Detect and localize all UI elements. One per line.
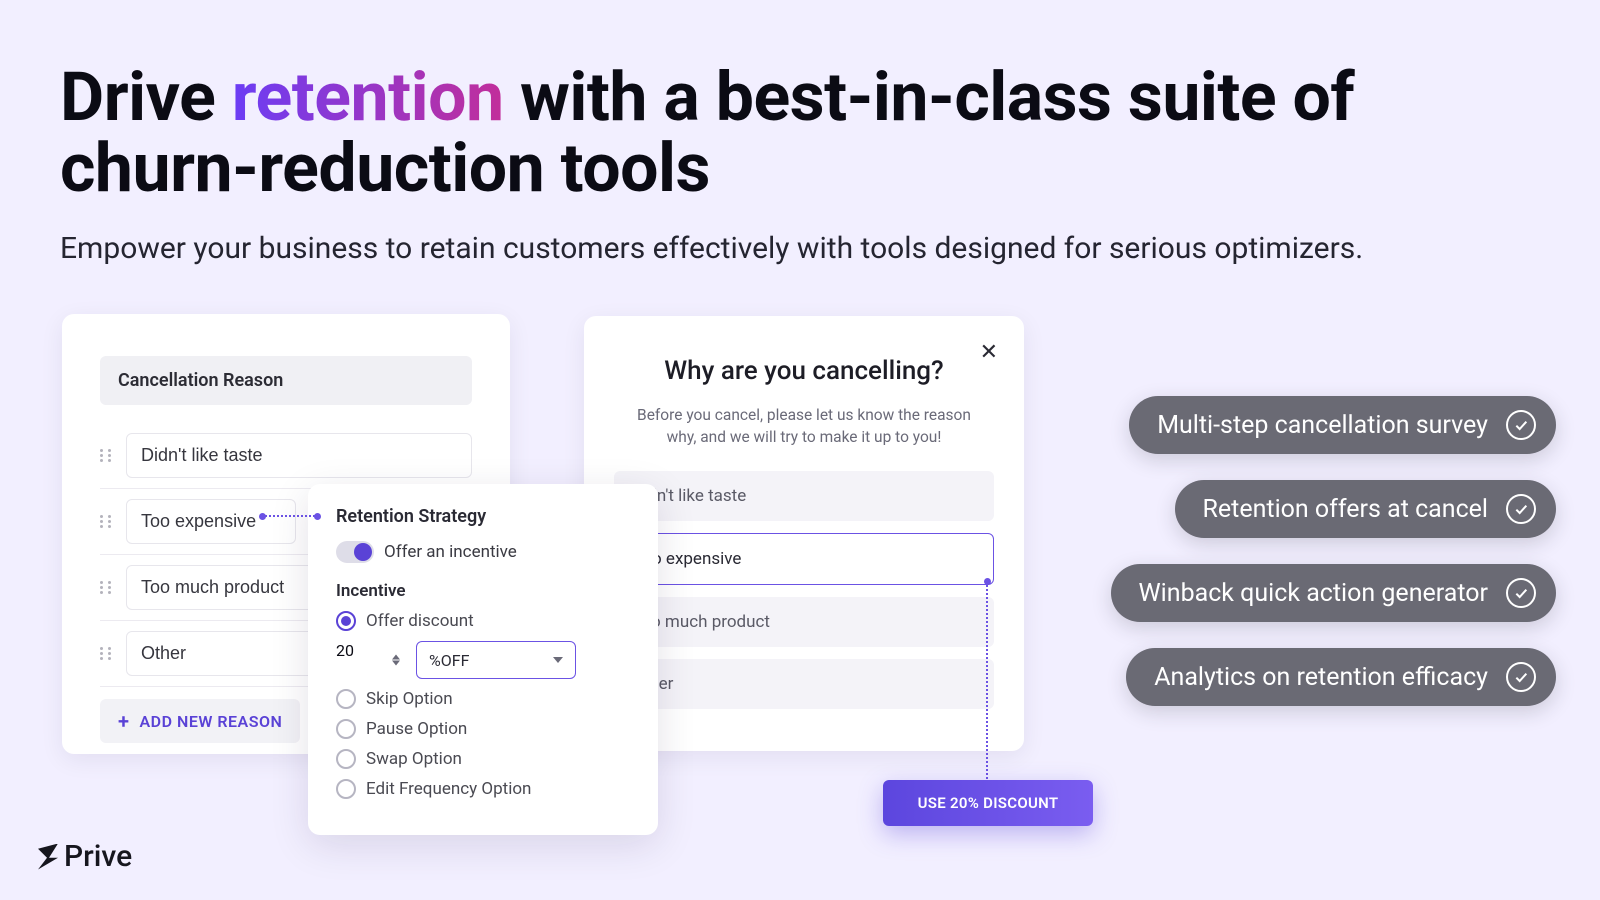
radio-label: Swap Option — [366, 749, 462, 769]
discount-value-input[interactable]: 20 — [336, 641, 406, 679]
discount-unit-select[interactable]: %OFF — [416, 641, 576, 679]
reason-row — [100, 423, 472, 489]
close-icon[interactable]: ✕ — [980, 340, 998, 365]
feature-pill: Winback quick action generator — [1111, 564, 1557, 622]
brand-logo: Prive — [38, 839, 132, 874]
toggle-label: Offer an incentive — [384, 542, 517, 562]
pill-label: Retention offers at cancel — [1203, 495, 1489, 524]
hero-section: Drive retention with a best-in-class sui… — [60, 62, 1540, 269]
radio-pause-option[interactable]: Pause Option — [336, 719, 630, 739]
cancel-option[interactable]: Other — [614, 659, 994, 709]
check-circle-icon — [1506, 410, 1536, 440]
retention-strategy-card: Retention Strategy Offer an incentive In… — [308, 484, 658, 835]
drag-handle-icon[interactable] — [100, 647, 114, 661]
radio-label: Pause Option — [366, 719, 467, 739]
check-circle-icon — [1506, 578, 1536, 608]
add-reason-button[interactable]: + ADD NEW REASON — [100, 699, 300, 743]
pill-label: Analytics on retention efficacy — [1154, 663, 1488, 692]
check-circle-icon — [1506, 662, 1536, 692]
incentive-label: Incentive — [336, 581, 630, 601]
title-pre: Drive — [60, 57, 232, 137]
reason-input[interactable] — [126, 499, 296, 544]
cancel-title: Why are you cancelling? — [614, 356, 994, 386]
brand-mark-icon — [38, 844, 58, 870]
cancel-option[interactable]: Too much product — [614, 597, 994, 647]
cancel-option[interactable]: Too expensive — [614, 533, 994, 585]
radio-swap-option[interactable]: Swap Option — [336, 749, 630, 769]
discount-controls: 20 %OFF — [336, 641, 630, 679]
feature-pill-list: Multi-step cancellation survey Retention… — [1076, 396, 1556, 706]
connector-line — [986, 582, 988, 798]
radio-label: Offer discount — [366, 611, 474, 631]
add-reason-label: ADD NEW REASON — [140, 712, 283, 731]
connector-line — [262, 515, 318, 517]
plus-icon: + — [118, 711, 130, 731]
title-highlight: retention — [232, 57, 504, 137]
check-circle-icon — [1506, 494, 1536, 524]
brand-name: Prive — [64, 839, 132, 874]
toggle-row: Offer an incentive — [336, 541, 630, 563]
feature-pill: Analytics on retention efficacy — [1126, 648, 1556, 706]
pill-label: Multi-step cancellation survey — [1157, 411, 1488, 440]
radio-skip-option[interactable]: Skip Option — [336, 689, 630, 709]
reasons-header: Cancellation Reason — [100, 356, 472, 405]
feature-pill: Retention offers at cancel — [1175, 480, 1557, 538]
radio-label: Skip Option — [366, 689, 453, 709]
drag-handle-icon[interactable] — [100, 581, 114, 595]
drag-handle-icon[interactable] — [100, 449, 114, 463]
chevron-down-icon — [553, 657, 563, 663]
reason-input[interactable] — [126, 631, 326, 676]
use-discount-button[interactable]: USE 20% DISCOUNT — [883, 780, 1093, 826]
reason-input[interactable] — [126, 433, 472, 478]
stepper-icon[interactable] — [392, 655, 400, 666]
radio-offer-discount[interactable]: Offer discount — [336, 611, 630, 631]
radio-edit-frequency-option[interactable]: Edit Frequency Option — [336, 779, 630, 799]
reason-input[interactable] — [126, 565, 326, 610]
feature-pill: Multi-step cancellation survey — [1129, 396, 1556, 454]
drag-handle-icon[interactable] — [100, 515, 114, 529]
strategy-title: Retention Strategy — [336, 506, 630, 527]
cancel-subtitle: Before you cancel, please let us know th… — [622, 404, 986, 449]
page-subtitle: Empower your business to retain customer… — [60, 229, 1540, 270]
page-title: Drive retention with a best-in-class sui… — [60, 62, 1540, 205]
radio-label: Edit Frequency Option — [366, 779, 531, 799]
cancel-option[interactable]: Didn't like taste — [614, 471, 994, 521]
pill-label: Winback quick action generator — [1139, 579, 1489, 608]
offer-incentive-toggle[interactable] — [336, 541, 374, 563]
